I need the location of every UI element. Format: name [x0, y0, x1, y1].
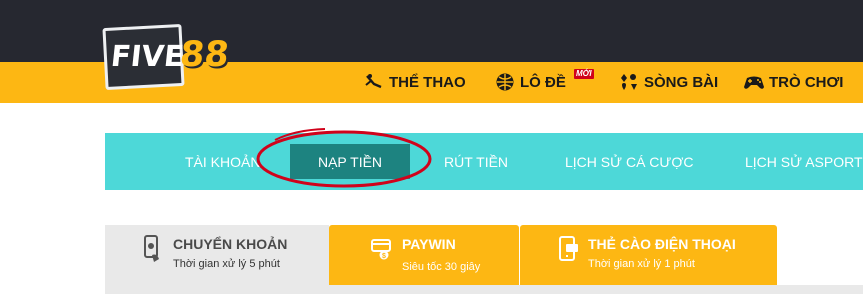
main-nav: THỂ THAO LÔ ĐỀ SÒNG BÀI TRÒ CHƠI — [0, 62, 863, 103]
svg-text:$: $ — [382, 253, 386, 260]
nav-item-label: THỂ THAO — [389, 73, 466, 91]
payment-method-phone-card[interactable]: THẺ CÀO ĐIỆN THOẠI Thời gian xử lý 1 phú… — [520, 225, 777, 285]
page: FIVE 88 THỂ THAO LÔ ĐỀ SÒNG BÀI TRÒ CHƠI… — [0, 0, 863, 294]
new-badge: MỚI — [574, 69, 594, 79]
bank-transfer-icon — [140, 235, 164, 263]
card-suits-icon — [618, 72, 640, 92]
tab-deposit[interactable]: NẠP TIỀN — [290, 144, 410, 179]
payment-method-bank-transfer[interactable]: CHUYỂN KHOẢN Thời gian xử lý 5 phút — [105, 225, 329, 294]
payment-method-paywin[interactable]: $ PAYWIN Siêu tốc 30 giây — [329, 225, 519, 285]
nav-item-casino[interactable]: SÒNG BÀI — [618, 71, 718, 93]
nav-item-label: LÔ ĐỀ — [520, 73, 566, 91]
nav-item-label: TRÒ CHƠI — [769, 73, 844, 91]
tab-label: TÀI KHOẢN — [185, 153, 261, 170]
tab-label: LỊCH SỬ ASPORT — [745, 153, 863, 170]
tab-account[interactable]: TÀI KHOẢN — [185, 133, 260, 190]
nav-item-sports[interactable]: THỂ THAO — [363, 71, 466, 93]
tab-label: NẠP TIỀN — [317, 153, 383, 170]
tab-label: LỊCH SỬ CÁ CƯỢC — [565, 153, 694, 170]
gamepad-icon — [743, 72, 765, 92]
lottery-ball-icon — [494, 72, 516, 92]
payment-method-subtitle: Siêu tốc 30 giây — [402, 261, 481, 273]
tab-label: RÚT TIỀN — [444, 153, 509, 170]
payment-method-subtitle: Thời gian xử lý 1 phút — [588, 258, 695, 270]
payment-form-area — [329, 285, 863, 294]
nav-item-games[interactable]: TRÒ CHƠI — [743, 71, 843, 93]
nav-item-label: SÒNG BÀI — [644, 73, 719, 91]
sports-whistle-icon — [363, 72, 385, 92]
nav-item-lottery[interactable]: LÔ ĐỀ — [494, 71, 566, 93]
payment-method-title: CHUYỂN KHOẢN — [173, 236, 288, 252]
payment-method-title: THẺ CÀO ĐIỆN THOẠI — [588, 236, 736, 252]
tab-bet-history[interactable]: LỊCH SỬ CÁ CƯỢC — [565, 133, 694, 190]
wallet-card-icon: $ — [369, 235, 393, 263]
tab-asport-history[interactable]: LỊCH SỬ ASPORT — [745, 133, 863, 190]
phone-card-icon — [556, 235, 580, 263]
account-tab-bar: TÀI KHOẢN NẠP TIỀN RÚT TIỀN LỊCH SỬ CÁ C… — [105, 133, 863, 190]
payment-method-subtitle: Thời gian xử lý 5 phút — [173, 258, 280, 270]
payment-method-title: PAYWIN — [402, 236, 456, 252]
tab-withdraw[interactable]: RÚT TIỀN — [444, 133, 508, 190]
